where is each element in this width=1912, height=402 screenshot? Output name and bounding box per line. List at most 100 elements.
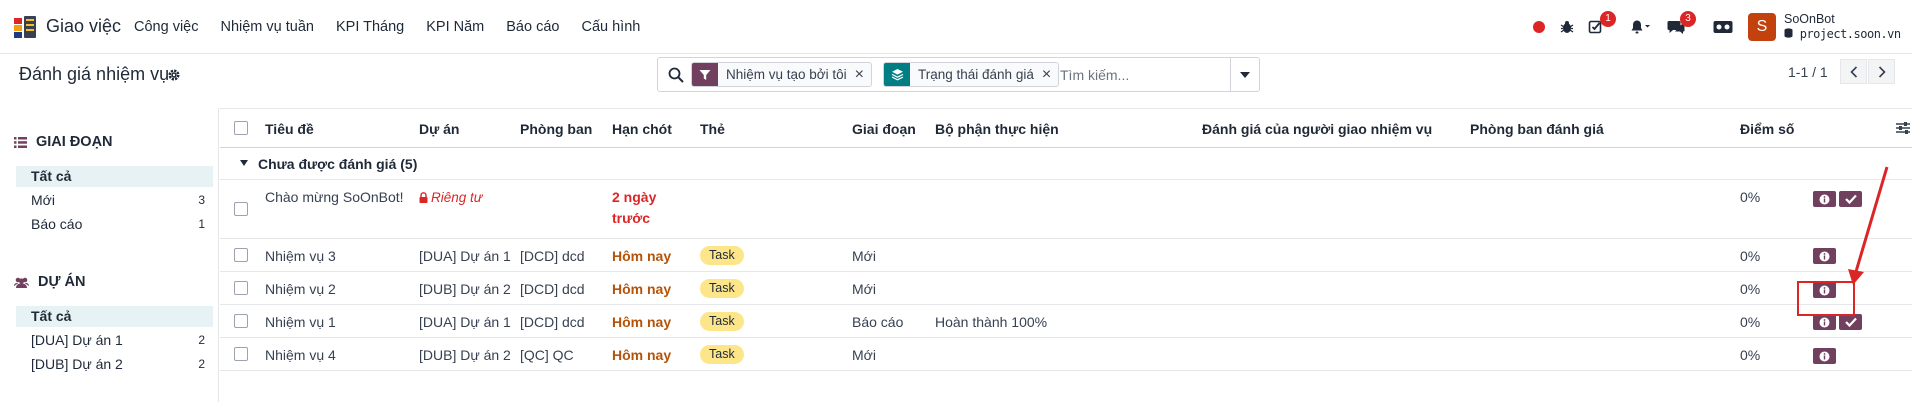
task-project: [DUA] Dự án 1 [419,314,511,330]
info-button[interactable] [1813,191,1836,207]
group-label: Chưa được đánh giá (5) [258,156,418,172]
row-checkbox[interactable] [234,202,248,216]
activity-badge: 1 [1600,11,1616,27]
pager-next-button[interactable] [1868,59,1895,84]
search-options-toggle[interactable] [1230,58,1259,91]
search-bar: Nhiệm vụ tạo bởi tôi × Trạng thái đánh g… [657,57,1260,92]
info-icon [1819,194,1830,204]
stage-header-label: GIAI ĐOẠN [36,134,113,150]
task-tag: Task [700,279,744,298]
task-stage: Mới [852,347,876,363]
database-name: project.soon.vn [1784,27,1901,41]
task-unit: Hoàn thành 100% [935,314,1048,330]
project-item-count: 2 [198,357,205,371]
info-button[interactable] [1813,348,1836,364]
stage-item-moi[interactable]: Mới 3 [16,190,213,211]
column-deadline[interactable]: Hạn chót [612,121,672,137]
task-stage: Mới [852,281,876,297]
task-tag: Task [700,345,744,364]
menu-item-nhiem-vu-tuan[interactable]: Nhiệm vụ tuần [220,19,314,35]
row-checkbox[interactable] [234,248,248,262]
table-row[interactable]: Nhiệm vụ 4 [DUB] Dự án 2 [QC] QC Hôm nay… [220,338,1912,371]
facet-label: Trạng thái đánh giá [918,67,1034,82]
app-logo-icon[interactable] [12,14,38,40]
stage-item-bao-cao[interactable]: Báo cáo 1 [16,214,213,235]
task-project: [DUB] Dự án 2 [419,281,511,297]
app-name[interactable]: Giao việc [46,16,121,37]
column-department[interactable]: Phòng ban [520,121,592,137]
pager-value[interactable]: 1-1 / 1 [1788,64,1828,80]
table-row[interactable]: Nhiệm vụ 2 [DUB] Dự án 2 [DCD] dcd Hôm n… [220,272,1912,305]
caret-down-icon [240,160,248,166]
pager-previous-button[interactable] [1840,59,1867,84]
menu-item-cau-hinh[interactable]: Cấu hình [581,19,640,35]
task-title: Nhiệm vụ 2 [265,281,336,297]
select-all-checkbox[interactable] [234,121,248,135]
column-project[interactable]: Dự án [419,121,459,137]
info-icon [1819,251,1830,261]
table-row[interactable]: Nhiệm vụ 3 [DUA] Dự án 1 [DCD] dcd Hôm n… [220,239,1912,272]
task-deadline: Hôm nay [612,281,672,297]
row-checkbox[interactable] [234,281,248,295]
project-item-dub[interactable]: [DUB] Dự án 2 2 [16,354,213,375]
recording-icon[interactable] [1532,14,1546,40]
menu-item-kpi-nam[interactable]: KPI Năm [426,19,484,35]
stage-item-all[interactable]: Tất cả [16,166,213,187]
facet-created-by-me[interactable]: Nhiệm vụ tạo bởi tôi × [691,62,872,87]
facet-remove-icon[interactable]: × [855,66,871,83]
project-filter-header: DỰ ÁN [14,274,85,290]
row-checkbox[interactable] [234,314,248,328]
facet-evaluation-status[interactable]: Trạng thái đánh giá × [883,62,1060,87]
stage-item-label: Báo cáo [31,216,83,232]
column-score[interactable]: Điểm số [1740,121,1794,137]
mask-icon[interactable] [1712,14,1734,40]
column-title[interactable]: Tiêu đề [265,121,314,137]
search-icon[interactable] [668,67,684,83]
layers-icon [884,63,910,86]
column-tags[interactable]: Thẻ [700,121,725,137]
user-name[interactable]: SoOnBot [1784,12,1835,26]
info-button[interactable] [1813,248,1836,264]
menu-item-cong-viec[interactable]: Công việc [134,19,198,35]
messages-icon[interactable]: 3 [1666,11,1696,40]
search-panel-sidebar: GIAI ĐOẠN Tất cả Mới 3 Báo cáo 1 DỰ ÁN Tất… [0,108,219,402]
task-tag: Task [700,246,744,265]
activity-icon[interactable]: 1 [1586,11,1616,40]
row-checkbox[interactable] [234,347,248,361]
task-title: Chào mừng SoOnBot! [265,189,404,205]
lock-icon [419,192,428,203]
task-title: Nhiệm vụ 1 [265,314,336,330]
menu-item-bao-cao[interactable]: Báo cáo [506,19,559,35]
task-deadline: 2 ngày trước [612,189,657,226]
column-assigner-evaluation[interactable]: Đánh giá của người giao nhiệm vụ [1202,121,1432,137]
task-tag: Task [700,312,744,331]
project-item-all[interactable]: Tất cả [16,306,213,327]
task-stage: Mới [852,248,876,264]
column-unit[interactable]: Bộ phận thực hiện [935,121,1059,137]
approve-button[interactable] [1839,314,1862,330]
database-label: project.soon.vn [1799,27,1901,41]
page-title: Đánh giá nhiệm vụ [19,64,170,84]
avatar[interactable]: S [1748,13,1776,41]
gear-icon[interactable] [167,68,181,82]
chevron-right-icon [1878,65,1886,78]
bug-icon[interactable] [1558,14,1576,40]
column-stage[interactable]: Giai đoạn [852,121,916,137]
task-title: Nhiệm vụ 3 [265,248,336,264]
task-department: [DCD] dcd [520,281,585,297]
menu-item-kpi-thang[interactable]: KPI Tháng [336,19,404,35]
group-row[interactable]: Chưa được đánh giá (5) [220,148,1912,180]
facet-remove-icon[interactable]: × [1042,66,1058,83]
top-navbar: Giao việc Công việc Nhiệm vụ tuần KPI Th… [0,0,1912,54]
table-row[interactable]: Chào mừng SoOnBot! Riêng tư 2 ngày trước… [220,180,1912,239]
column-evaluating-department[interactable]: Phòng ban đánh giá [1470,121,1604,137]
task-project: [DUA] Dự án 1 [419,248,511,264]
project-item-dua[interactable]: [DUA] Dự án 1 2 [16,330,213,351]
search-input[interactable] [1060,64,1230,86]
table-row[interactable]: Nhiệm vụ 1 [DUA] Dự án 1 [DCD] dcd Hôm n… [220,305,1912,338]
optional-columns-icon[interactable] [1896,121,1910,135]
info-button[interactable] [1813,314,1836,330]
project-header-label: DỰ ÁN [38,274,86,290]
project-item-label: [DUA] Dự án 1 [31,332,123,348]
notification-bell-icon[interactable] [1630,14,1652,40]
